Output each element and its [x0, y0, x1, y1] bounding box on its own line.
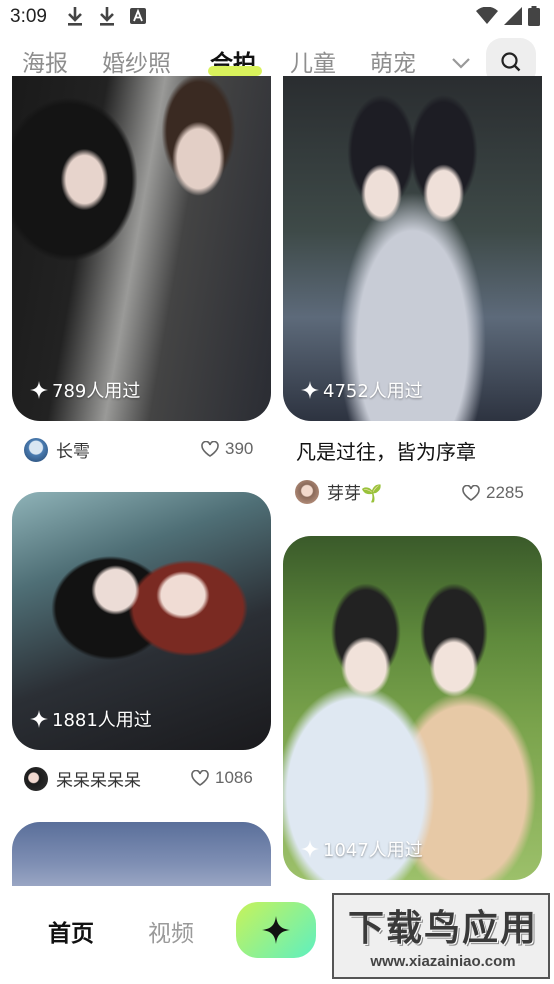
watermark: 下载鸟应用 www.xiazainiao.com	[332, 893, 550, 979]
usage-badge: 4752人用过	[301, 377, 423, 403]
card-author[interactable]: 芽芽🌱	[295, 479, 382, 504]
heart-icon	[201, 441, 219, 457]
heart-icon	[462, 485, 480, 501]
active-tab-indicator	[208, 66, 262, 76]
battery-icon	[528, 6, 540, 26]
wifi-icon	[476, 7, 498, 24]
signal-icon	[504, 7, 522, 25]
sparkle-icon	[262, 916, 290, 944]
status-right-icons	[476, 6, 540, 26]
like-button[interactable]: 2285	[462, 483, 524, 503]
sparkle-icon	[301, 840, 319, 858]
sparkle-icon	[301, 381, 319, 399]
sparkle-icon	[30, 710, 48, 728]
download-icon	[68, 7, 82, 26]
template-card[interactable]: 1047人用过	[283, 536, 542, 880]
usage-count: 4752人用过	[323, 381, 423, 402]
card-title: 凡是过往，皆为序章	[296, 440, 476, 464]
usage-badge: 789人用过	[30, 377, 140, 403]
tab-children[interactable]: 儿童	[290, 44, 336, 78]
like-button[interactable]: 390	[201, 439, 253, 459]
usage-count: 1047人用过	[323, 840, 423, 861]
author-name: 呆呆呆呆呆	[56, 771, 141, 791]
template-card[interactable]: 1881人用过	[12, 492, 271, 750]
tab-poster[interactable]: 海报	[22, 44, 68, 78]
download-icon	[100, 7, 114, 26]
like-count: 2285	[486, 483, 524, 502]
heart-icon	[191, 770, 209, 786]
like-button[interactable]: 1086	[191, 768, 253, 788]
author-name: 长雩	[56, 442, 90, 462]
card-author[interactable]: 呆呆呆呆呆	[24, 766, 141, 791]
usage-count: 789人用过	[52, 381, 141, 402]
sparkle-icon	[30, 381, 48, 399]
avatar	[295, 479, 319, 504]
avatar	[24, 766, 48, 791]
watermark-title: 下载鸟应用	[347, 908, 538, 949]
usage-count: 1881人用过	[52, 710, 152, 731]
search-icon	[501, 52, 521, 72]
like-count: 1086	[215, 768, 253, 787]
template-card[interactable]: 4752人用过	[283, 76, 542, 421]
tab-pets[interactable]: 萌宠	[370, 44, 416, 78]
card-author[interactable]: 长雩	[24, 437, 90, 462]
avatar	[24, 437, 48, 462]
tab-wedding[interactable]: 婚纱照	[102, 44, 171, 78]
template-card[interactable]: 789人用过	[12, 76, 271, 421]
font-icon	[130, 8, 146, 24]
like-count: 390	[225, 439, 254, 458]
status-time: 3:09	[10, 6, 47, 27]
chevron-down-icon[interactable]	[448, 50, 474, 76]
status-left-icons	[66, 6, 146, 26]
status-bar: 3:09	[0, 0, 554, 36]
author-name: 芽芽🌱	[327, 484, 383, 504]
watermark-url: www.xiazainiao.com	[370, 953, 516, 970]
nav-video[interactable]: 视频	[148, 914, 194, 948]
usage-badge: 1047人用过	[301, 836, 423, 862]
nav-home[interactable]: 首页	[48, 914, 94, 948]
create-button[interactable]	[236, 902, 316, 958]
usage-badge: 1881人用过	[30, 706, 152, 732]
